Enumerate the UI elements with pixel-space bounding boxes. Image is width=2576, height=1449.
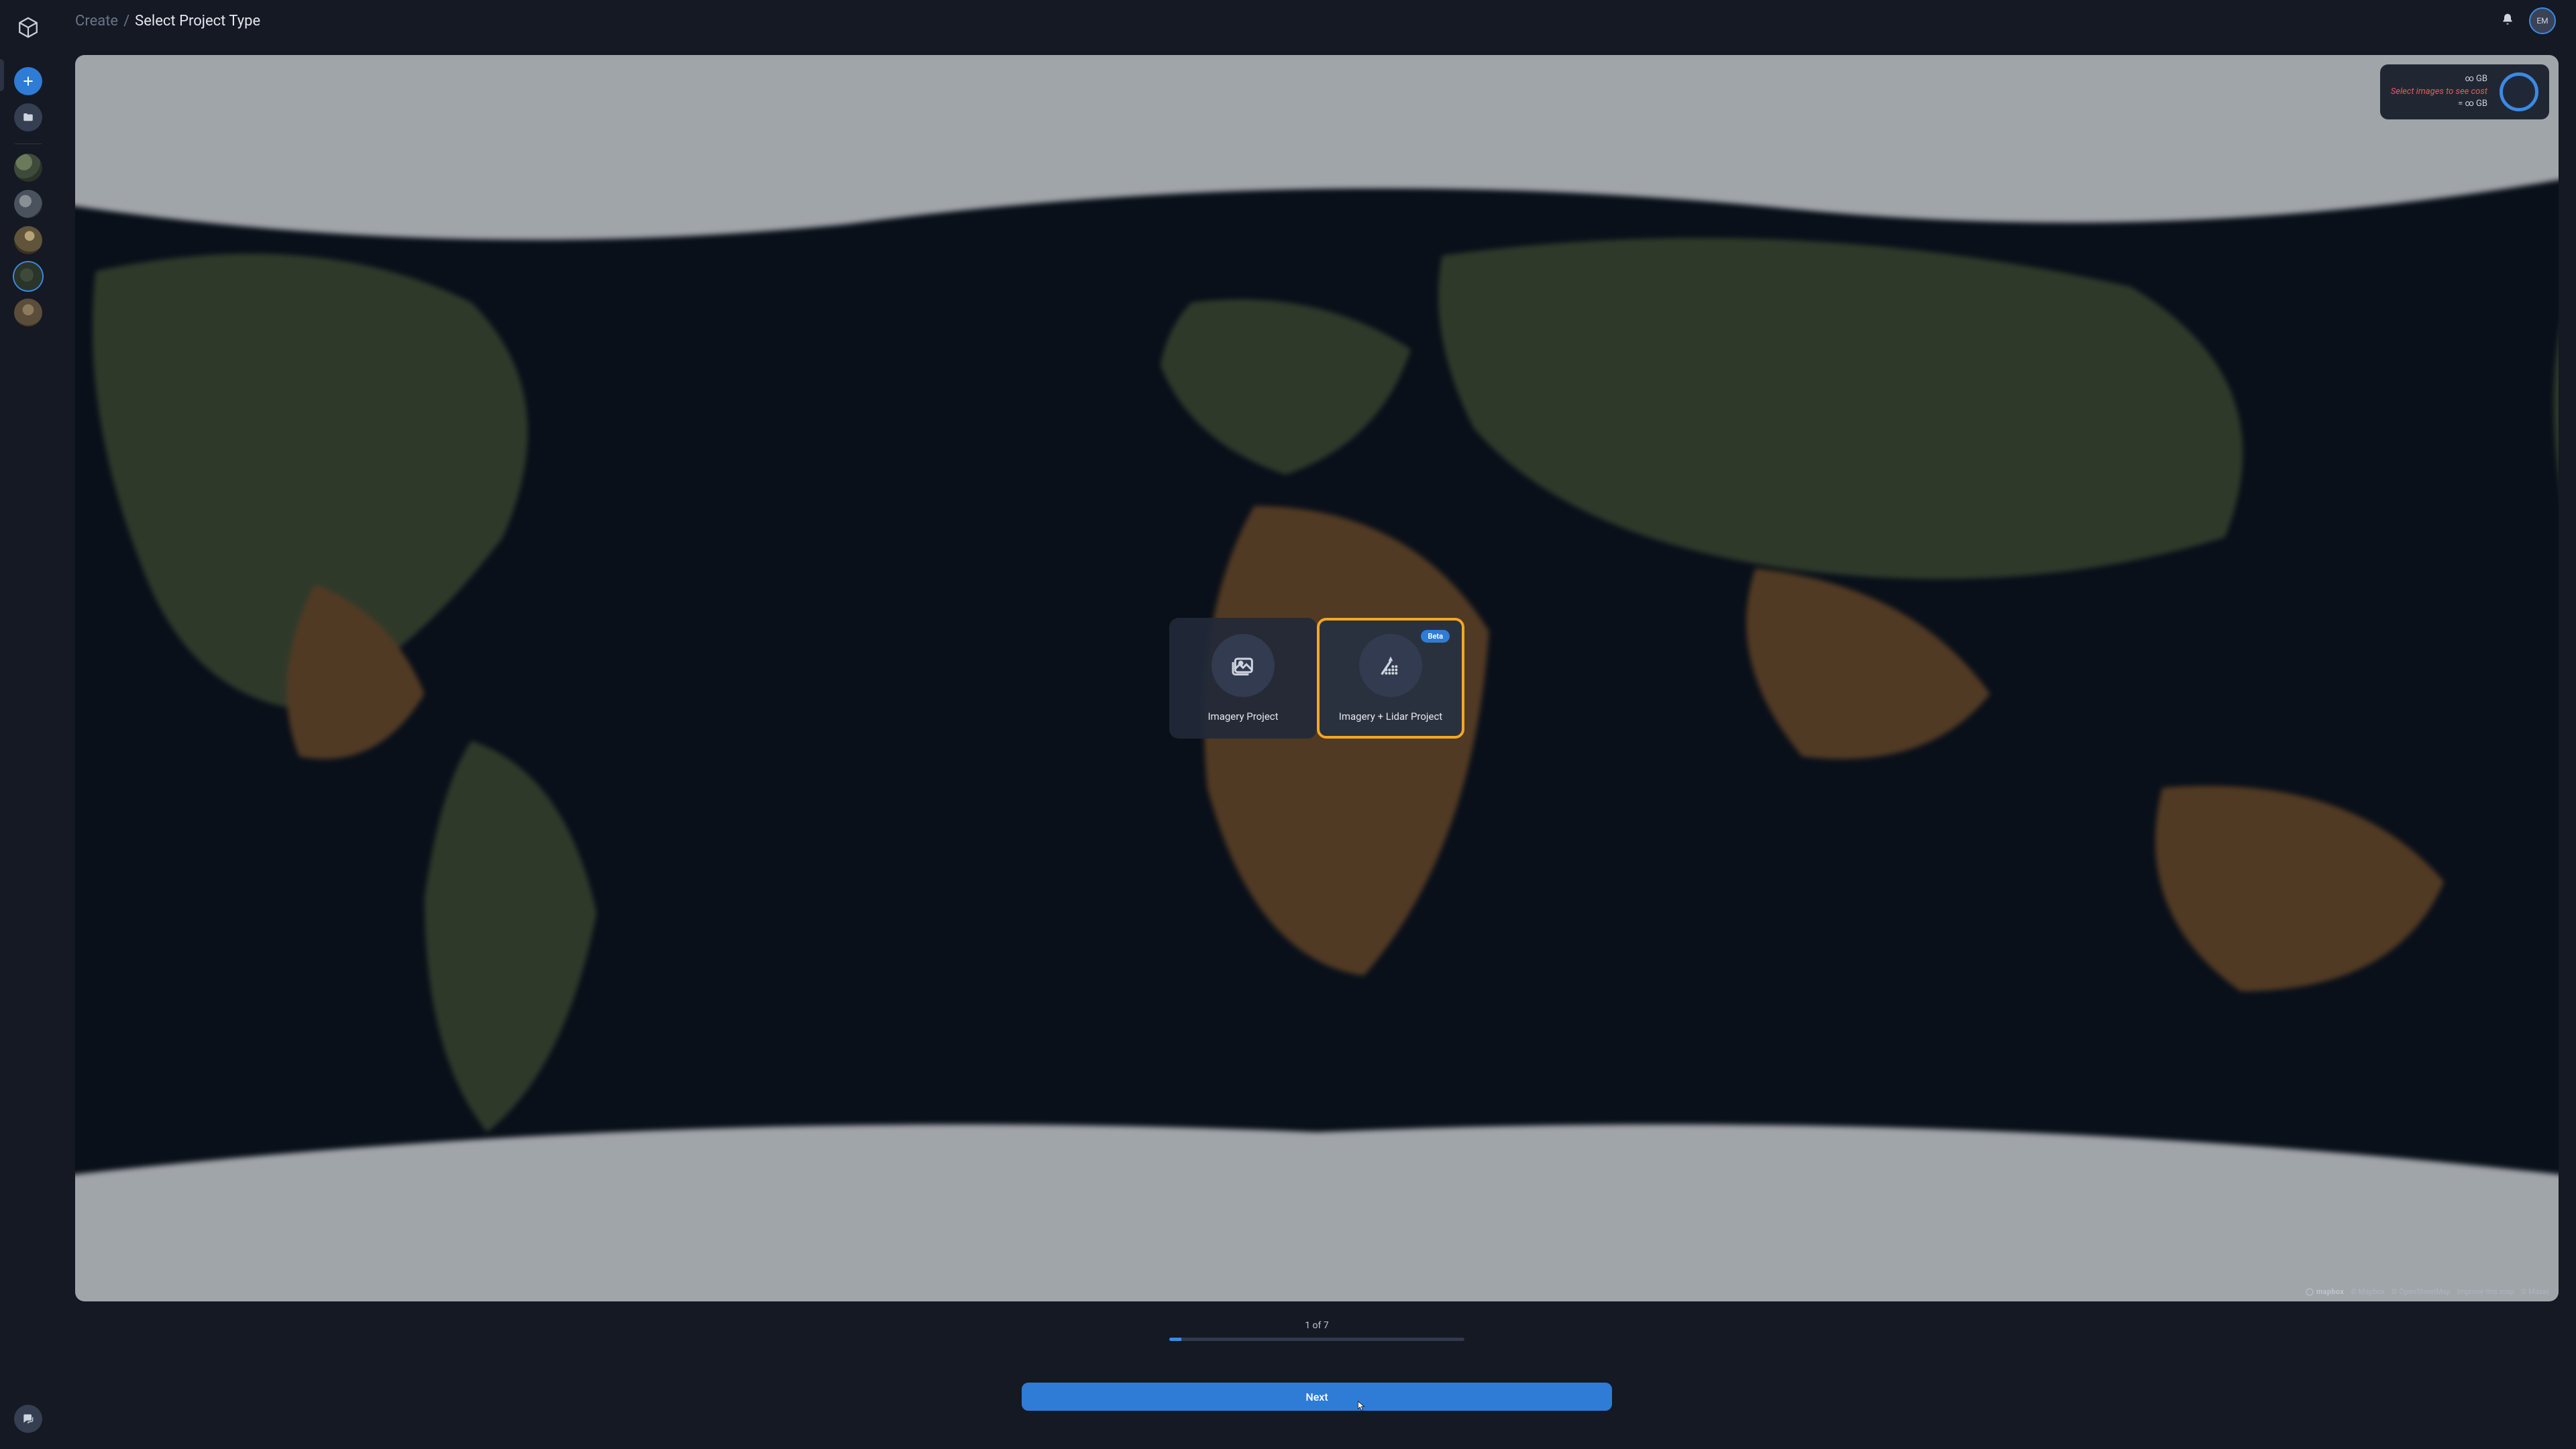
header: Create / Select Project Type EM <box>56 0 2576 42</box>
card-imagery-lidar-label: Imagery + Lidar Project <box>1339 710 1442 722</box>
create-button[interactable] <box>14 67 42 95</box>
map-area: ∞ GB Select images to see cost = ∞ GB Im… <box>75 55 2559 1301</box>
progress-fill <box>1169 1338 1181 1341</box>
imagery-lidar-icon <box>1359 634 1422 697</box>
chat-button[interactable] <box>14 1405 42 1433</box>
usage-pill: ∞ GB Select images to see cost = ∞ GB <box>2380 64 2549 119</box>
card-imagery-project[interactable]: Imagery Project <box>1169 618 1317 739</box>
usage-ring-icon <box>2500 72 2538 111</box>
next-button-label: Next <box>1305 1391 1328 1403</box>
notifications-button[interactable] <box>2501 13 2514 29</box>
wizard-footer: 1 of 7 Next <box>75 1301 2559 1449</box>
project-thumb-2[interactable] <box>14 190 42 218</box>
attr-improve[interactable]: Improve this map <box>2457 1287 2514 1296</box>
step-label: 1 of 7 <box>1305 1320 1329 1331</box>
project-thumb-4[interactable] <box>14 262 42 290</box>
cursor-icon <box>1357 1400 1366 1412</box>
project-thumb-3[interactable] <box>14 226 42 254</box>
mapbox-logo[interactable]: mapbox <box>2306 1287 2344 1296</box>
breadcrumb: Create / Select Project Type <box>75 13 260 30</box>
breadcrumb-current: Select Project Type <box>135 13 260 30</box>
usage-total: ∞ GB <box>2465 74 2487 85</box>
usage-remaining: = ∞ GB <box>2458 99 2487 110</box>
project-type-cards: Imagery Project Beta <box>1169 618 1464 739</box>
project-thumb-1[interactable] <box>14 154 42 182</box>
avatar-initials: EM <box>2536 16 2548 25</box>
attr-osm[interactable]: © OpenStreetMap <box>2392 1287 2451 1296</box>
card-imagery-lidar-project[interactable]: Beta <box>1317 618 1464 739</box>
usage-hint: Select images to see cost <box>2391 87 2487 98</box>
attr-maxar[interactable]: © Maxar <box>2521 1287 2549 1296</box>
attr-mapbox[interactable]: © Mapbox <box>2351 1287 2385 1296</box>
card-imagery-label: Imagery Project <box>1208 710 1278 722</box>
project-thumb-5[interactable] <box>14 299 42 327</box>
breadcrumb-root[interactable]: Create <box>75 13 118 30</box>
user-avatar[interactable]: EM <box>2529 7 2556 34</box>
next-button[interactable]: Next <box>1022 1383 1612 1411</box>
main: ∞ GB Select images to see cost = ∞ GB Im… <box>56 42 2576 1449</box>
breadcrumb-sep: / <box>123 13 129 30</box>
beta-badge: Beta <box>1421 630 1450 643</box>
sidebar <box>0 0 56 1449</box>
map-attribution: mapbox © Mapbox © OpenStreetMap Improve … <box>2306 1287 2549 1296</box>
mapbox-logo-text: mapbox <box>2316 1287 2344 1296</box>
files-button[interactable] <box>14 103 42 131</box>
app-logo[interactable] <box>14 13 42 42</box>
progress-bar <box>1169 1338 1464 1341</box>
imagery-icon <box>1212 634 1275 697</box>
